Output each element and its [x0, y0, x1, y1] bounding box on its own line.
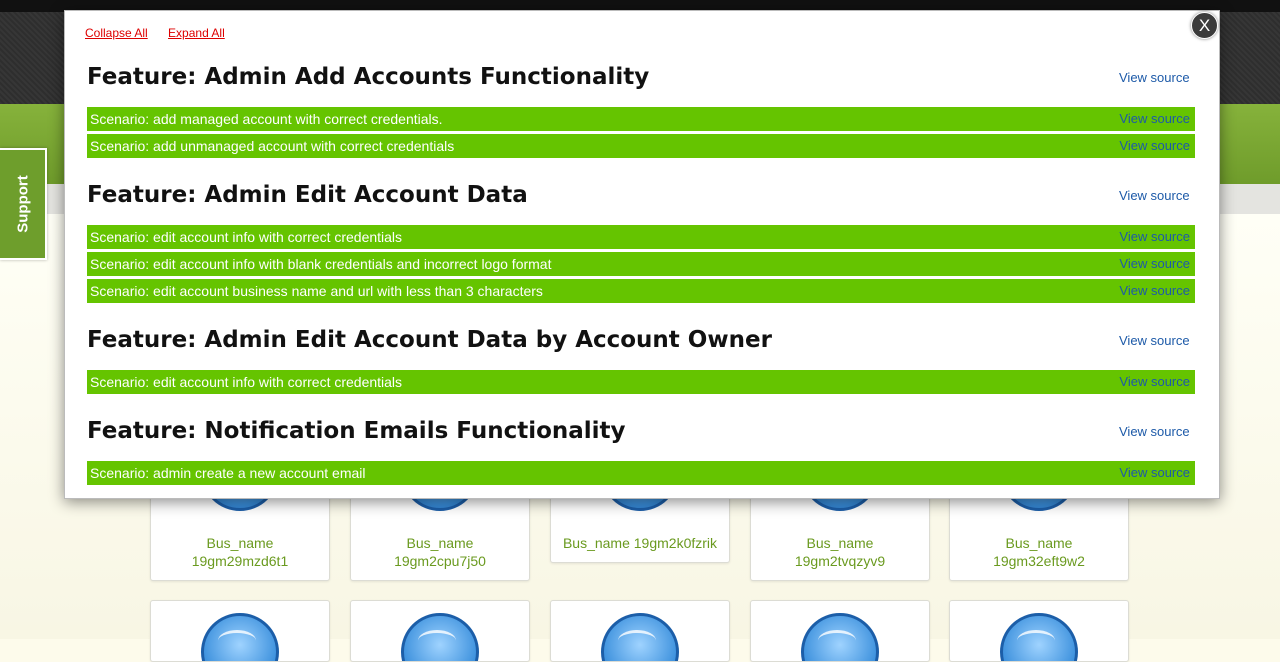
feature-view-source-link[interactable]: View source	[1119, 188, 1190, 203]
scenario-row[interactable]: Scenario: edit account business name and…	[87, 279, 1195, 303]
scenario-row[interactable]: Scenario: edit account info with correct…	[87, 370, 1195, 394]
close-icon: X	[1198, 16, 1211, 35]
avatar-icon	[801, 613, 879, 661]
scenario-row[interactable]: Scenario: edit account info with correct…	[87, 225, 1195, 249]
account-name-line1: Bus_name	[206, 535, 274, 551]
feature-view-source-link[interactable]: View source	[1119, 333, 1190, 348]
feature-title[interactable]: Feature: Admin Add Accounts Functionalit…	[87, 64, 649, 90]
scenario-row[interactable]: Scenario: add unmanaged account with cor…	[87, 134, 1195, 158]
scenario-view-source-link[interactable]: View source	[1119, 134, 1190, 158]
feature-view-source-link[interactable]: View source	[1119, 424, 1190, 439]
account-name-line2: 19gm29mzd6t1	[191, 553, 289, 569]
close-button[interactable]: X	[1191, 12, 1218, 39]
account-tile[interactable]	[550, 600, 730, 662]
account-tile[interactable]	[949, 600, 1129, 662]
scenario-text: Scenario: edit account info with correct…	[90, 229, 403, 245]
feature-title[interactable]: Feature: Admin Edit Account Data	[87, 182, 528, 208]
account-name-line1: Bus_name	[806, 535, 874, 551]
account-name-line2: 19gm32eft9w2	[993, 553, 1085, 569]
account-name-line2: 19gm2cpu7j50	[394, 553, 486, 569]
collapse-all-link[interactable]: Collapse All	[85, 26, 148, 40]
scenario-text: Scenario: edit account info with correct…	[90, 374, 403, 390]
avatar-icon	[601, 613, 679, 661]
account-name-line1: Bus_name	[406, 535, 474, 551]
scenario-row[interactable]: Scenario: edit account info with blank c…	[87, 252, 1195, 276]
toggle-links: Collapse All Expand All	[85, 26, 242, 40]
feature-title[interactable]: Feature: Notification Emails Functionali…	[87, 418, 626, 444]
scenario-text: Scenario: add unmanaged account with cor…	[90, 138, 455, 154]
account-name-line1: Bus_name 19gm2k0fzrik	[562, 535, 718, 551]
feature-view-source-link[interactable]: View source	[1119, 70, 1190, 85]
scenario-view-source-link[interactable]: View source	[1119, 252, 1190, 276]
avatar-icon	[201, 613, 279, 661]
account-tile[interactable]	[150, 600, 330, 662]
account-name-line1: Bus_name	[1005, 535, 1073, 551]
features-report-modal: Collapse All Expand All Feature: Admin A…	[64, 10, 1220, 499]
scenario-text: Scenario: admin create a new account ema…	[90, 465, 366, 481]
scenario-view-source-link[interactable]: View source	[1119, 461, 1190, 485]
scenario-row[interactable]: Scenario: add managed account with corre…	[87, 107, 1195, 131]
scenario-text: Scenario: edit account info with blank c…	[90, 256, 552, 272]
scenario-text: Scenario: edit account business name and…	[90, 283, 543, 299]
account-name-line2: 19gm2tvqzyv9	[794, 553, 886, 569]
scenario-row[interactable]: Scenario: admin create a new account ema…	[87, 461, 1195, 485]
expand-all-link[interactable]: Expand All	[168, 26, 225, 40]
avatar-icon	[401, 613, 479, 661]
scenario-view-source-link[interactable]: View source	[1119, 107, 1190, 131]
scenario-view-source-link[interactable]: View source	[1119, 279, 1190, 303]
avatar-icon	[1000, 613, 1078, 661]
feature-title[interactable]: Feature: Admin Edit Account Data by Acco…	[87, 327, 772, 353]
account-tile[interactable]	[350, 600, 530, 662]
scenario-view-source-link[interactable]: View source	[1119, 225, 1190, 249]
account-tile[interactable]	[750, 600, 930, 662]
scenario-view-source-link[interactable]: View source	[1119, 370, 1190, 394]
scenario-text: Scenario: add managed account with corre…	[90, 111, 443, 127]
